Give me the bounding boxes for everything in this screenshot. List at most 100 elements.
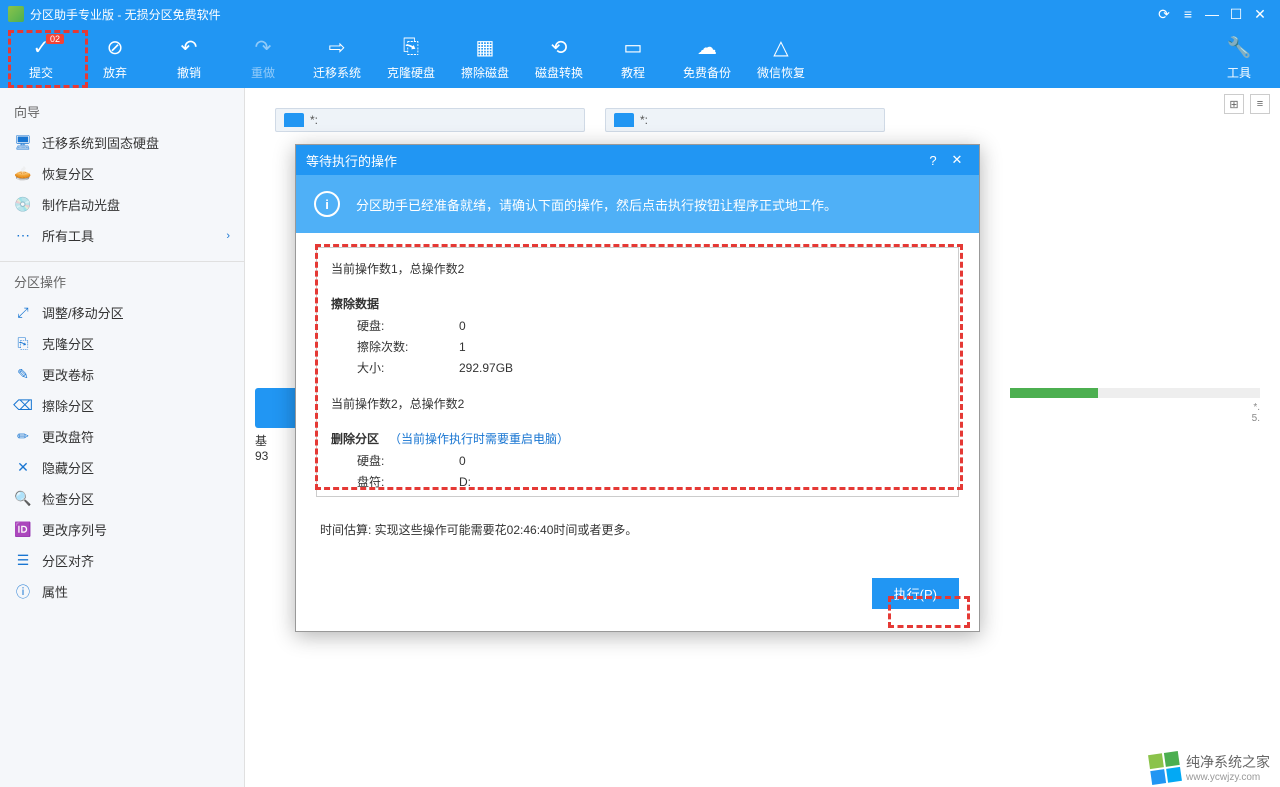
redo-icon: ↷	[251, 36, 275, 60]
sidebar-item[interactable]: ⌫ 擦除分区	[0, 390, 244, 421]
operations-list[interactable]: 当前操作数1，总操作数2 擦除数据 硬盘:0 擦除次数:1 大小:292.97G…	[316, 247, 959, 497]
delete-title: 删除分区 （当前操作执行时需要重启电脑）	[331, 430, 944, 447]
submit-button[interactable]: ✓ 02 提交	[4, 28, 78, 88]
discard-icon: ⊘	[103, 36, 127, 60]
close-icon[interactable]: ✕	[1248, 6, 1272, 23]
disk-panel[interactable]: *:	[275, 108, 585, 132]
window-title: 分区助手专业版 - 无损分区免费软件	[30, 6, 1152, 23]
undo-icon: ↶	[177, 36, 201, 60]
sidebar-label: 更改盘符	[42, 427, 94, 446]
dialog-titlebar: 等待执行的操作 ? ✕	[296, 145, 979, 175]
chevron-right-icon: ›	[226, 230, 230, 242]
sidebar-label: 所有工具	[42, 226, 94, 245]
sidebar-label: 调整/移动分区	[42, 303, 124, 322]
clone-icon: ⎘	[399, 36, 423, 60]
tutorial-button[interactable]: ▭教程	[596, 28, 670, 88]
maximize-icon[interactable]: ☐	[1224, 6, 1248, 23]
disk-icon	[284, 113, 304, 127]
sidebar-icon: ✎	[14, 366, 32, 384]
sidebar-icon: ☰	[14, 552, 32, 570]
wrench-icon: 🔧	[1227, 36, 1251, 60]
submit-badge: 02	[46, 34, 64, 44]
sidebar-icon: 🆔	[14, 521, 32, 539]
wipe-title: 擦除数据	[331, 295, 944, 312]
sidebar-item[interactable]: ✕隐藏分区	[0, 452, 244, 483]
disk-panel[interactable]: *:	[605, 108, 885, 132]
sidebar-item[interactable]: 🥧 恢复分区	[0, 158, 244, 189]
wizard-header: 向导	[0, 96, 244, 127]
migrate-button[interactable]: ⇨迁移系统	[300, 28, 374, 88]
convert-button[interactable]: ⟲磁盘转换	[522, 28, 596, 88]
discard-button[interactable]: ⊘放弃	[78, 28, 152, 88]
sidebar-item[interactable]: 🔍检查分区	[0, 483, 244, 514]
sidebar-item[interactable]: 🆔 更改序列号	[0, 514, 244, 545]
minimize-icon[interactable]: —	[1200, 6, 1224, 22]
sidebar-item[interactable]: ✎ 更改卷标	[0, 359, 244, 390]
sidebar-label: 恢复分区	[42, 164, 94, 183]
backup-button[interactable]: ☁免费备份	[670, 28, 744, 88]
banner-text: 分区助手已经准备就绪，请确认下面的操作，然后点击执行按钮让程序正式地工作。	[356, 195, 837, 214]
wipe-disk-button[interactable]: ▦擦除磁盘	[448, 28, 522, 88]
sidebar-item[interactable]: ⤢ 调整/移动分区	[0, 297, 244, 328]
sidebar-icon: ✏	[14, 428, 32, 446]
sidebar-label: 迁移系统到固态硬盘	[42, 133, 159, 152]
sidebar-label: 克隆分区	[42, 334, 94, 353]
window-titlebar: 分区助手专业版 - 无损分区免费软件 ⟳ ≡ — ☐ ✕	[0, 0, 1280, 28]
delete-details: 硬盘:0 盘符:D: 文件系统:NTFS	[355, 449, 492, 497]
progress-area: *. 5.	[1010, 388, 1260, 424]
sidebar-icon: ⤢	[14, 304, 32, 322]
grid-view-icon[interactable]: ⊞	[1224, 94, 1244, 114]
book-icon: ▭	[621, 36, 645, 60]
watermark-logo-icon	[1148, 751, 1182, 785]
app-logo-icon	[8, 6, 24, 22]
sidebar-label: 更改卷标	[42, 365, 94, 384]
sidebar-icon: ⎘	[14, 335, 32, 353]
watermark: 纯净系统之家 www.ycwjzy.com	[1140, 748, 1280, 787]
convert-icon: ⟲	[547, 36, 571, 60]
sidebar-label: 检查分区	[42, 489, 94, 508]
sidebar-item[interactable]: ⓘ 属性	[0, 576, 244, 607]
sidebar-icon: 🥧	[14, 165, 32, 183]
wechat-button[interactable]: △微信恢复	[744, 28, 818, 88]
main-toolbar: ✓ 02 提交 ⊘放弃 ↶撤销 ↷重做 ⇨迁移系统 ⎘克隆硬盘 ▦擦除磁盘 ⟲磁…	[0, 28, 1280, 88]
tools-button[interactable]: 🔧工具	[1202, 28, 1276, 88]
redo-button[interactable]: ↷重做	[226, 28, 300, 88]
undo-button[interactable]: ↶撤销	[152, 28, 226, 88]
sidebar-item[interactable]: ☰ 分区对齐	[0, 545, 244, 576]
ops-header: 分区操作	[0, 261, 244, 297]
sidebar-icon: 💿	[14, 196, 32, 214]
sidebar-item[interactable]: ✏ 更改盘符	[0, 421, 244, 452]
sidebar-icon: ⓘ	[14, 583, 32, 601]
sidebar: 向导 🖥迁移系统到固态硬盘 🥧 恢复分区 💿 制作启动光盘 ⋯ 所有工具 › 分区操作 ⤢ 调整…	[0, 88, 245, 787]
sidebar-label: 分区对齐	[42, 551, 94, 570]
sidebar-label: 擦除分区	[42, 396, 94, 415]
help-icon[interactable]: ?	[921, 153, 945, 168]
refresh-icon[interactable]: ⟳	[1152, 6, 1176, 23]
dialog-close-icon[interactable]: ✕	[945, 152, 969, 168]
time-estimate: 时间估算: 实现这些操作可能需要花02:46:40时间或者更多。	[320, 521, 955, 538]
sidebar-label: 属性	[42, 582, 68, 601]
sidebar-item[interactable]: ⋯ 所有工具 ›	[0, 220, 244, 251]
view-toggle: ⊞ ≡	[1224, 94, 1270, 114]
info-icon: i	[314, 191, 340, 217]
sidebar-label: 更改序列号	[42, 520, 107, 539]
disk-icon	[614, 113, 634, 127]
sidebar-item[interactable]: 💿 制作启动光盘	[0, 189, 244, 220]
menu-icon[interactable]: ≡	[1176, 6, 1200, 22]
submit-label: 提交	[29, 64, 53, 81]
wechat-icon: △	[769, 36, 793, 60]
wipe-icon: ▦	[473, 36, 497, 60]
execute-button[interactable]: 执行(P)	[872, 578, 959, 609]
sidebar-icon: ⋯	[14, 227, 32, 245]
list-view-icon[interactable]: ≡	[1250, 94, 1270, 114]
dialog-banner: i 分区助手已经准备就绪，请确认下面的操作，然后点击执行按钮让程序正式地工作。	[296, 175, 979, 233]
sidebar-item[interactable]: ⎘ 克隆分区	[0, 328, 244, 359]
dialog-title: 等待执行的操作	[306, 151, 397, 170]
sidebar-label: 隐藏分区	[42, 458, 94, 477]
backup-icon: ☁	[695, 36, 719, 60]
op-counter: 当前操作数2，总操作数2	[331, 395, 944, 412]
clone-hd-button[interactable]: ⎘克隆硬盘	[374, 28, 448, 88]
sidebar-icon: ⌫	[14, 397, 32, 415]
sidebar-label: 制作启动光盘	[42, 195, 120, 214]
sidebar-item[interactable]: 🖥迁移系统到固态硬盘	[0, 127, 244, 158]
